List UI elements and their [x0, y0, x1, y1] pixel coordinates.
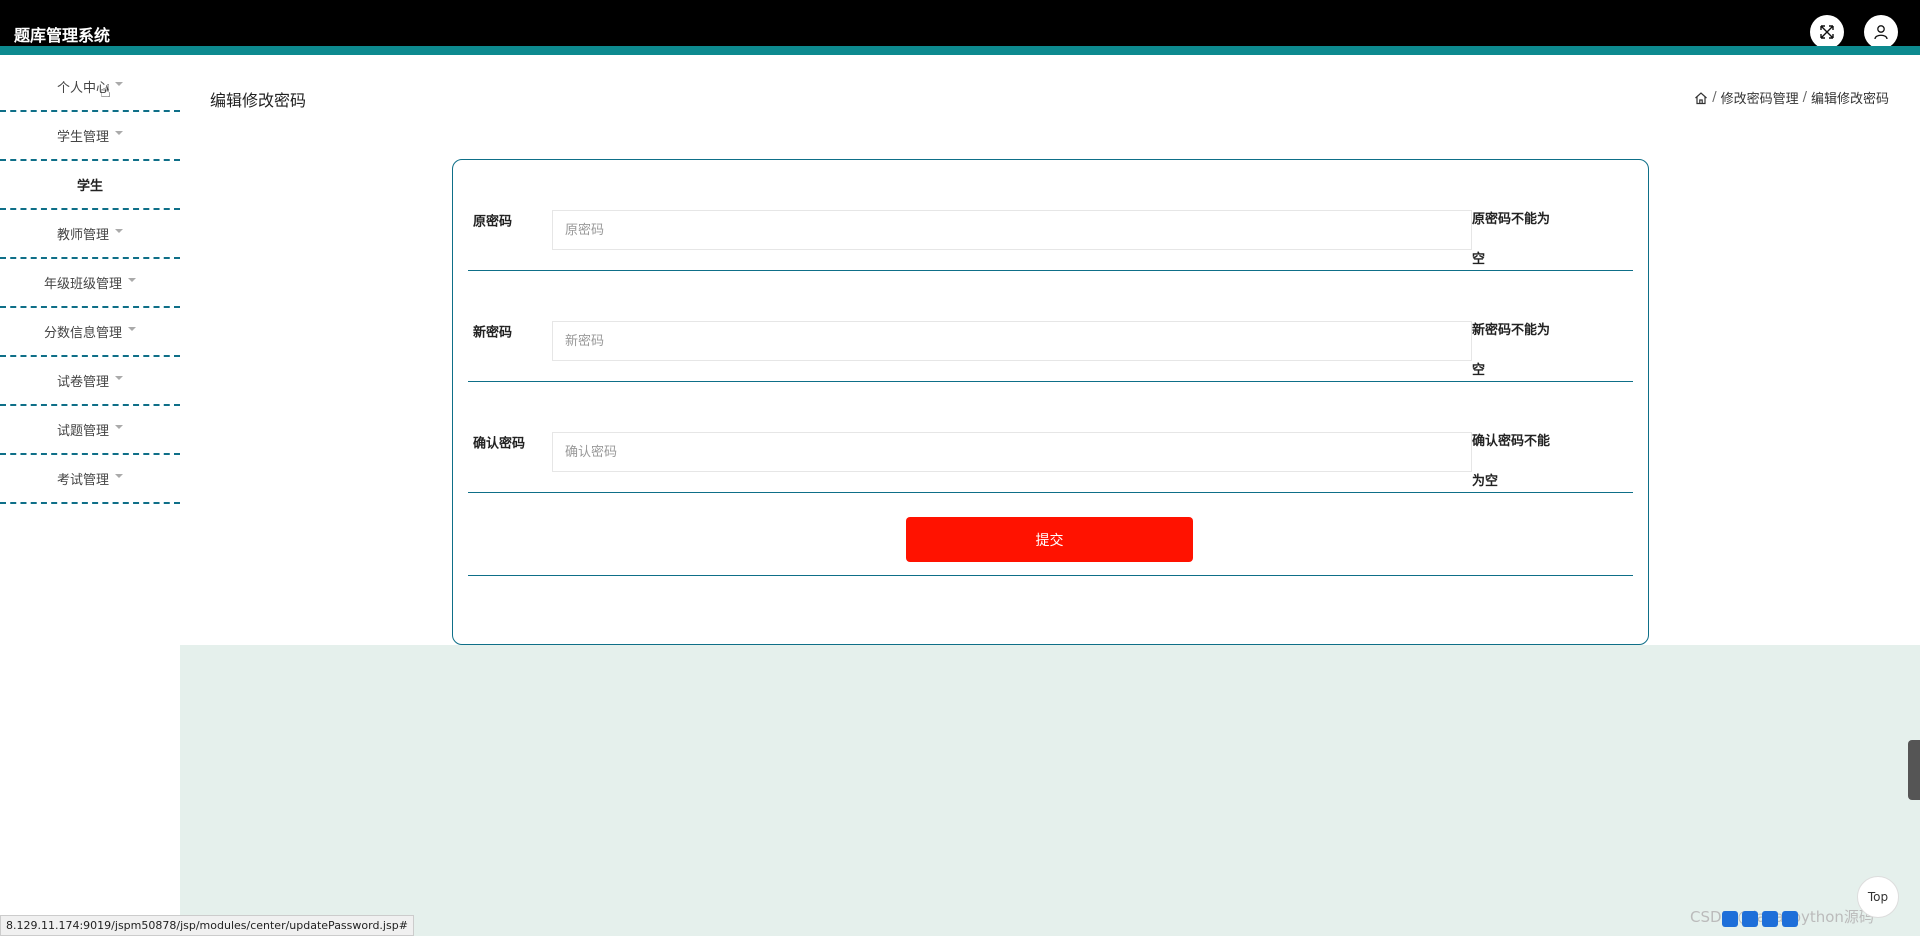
caret-down-icon	[115, 375, 123, 380]
confirm-password-label: 确认密码	[473, 436, 526, 452]
caret-down-icon	[115, 473, 123, 478]
caret-down-icon	[115, 130, 123, 135]
user-icon	[1874, 25, 1888, 40]
sidebar-item-exam-management[interactable]: 考试管理	[0, 455, 180, 504]
sidebar-item-teacher-management[interactable]: 教师管理	[0, 210, 180, 259]
sidebar-item-question-management[interactable]: 试题管理	[0, 406, 180, 455]
user-button[interactable]	[1864, 15, 1898, 49]
sidebar-item-label: 学生管理	[56, 130, 109, 145]
old-password-label: 原密码	[473, 214, 513, 230]
page-title: 编辑修改密码	[210, 91, 307, 110]
new-password-label: 新密码	[473, 325, 513, 341]
main-content: 编辑修改密码 / 修改密码管理 / 编辑修改密码 原密码 原密码不能为空 新密码…	[180, 63, 1920, 936]
status-bar-url: 8.129.11.174:9019/jspm50878/jsp/modules/…	[0, 915, 414, 936]
fullscreen-icon	[1820, 25, 1834, 39]
caret-down-icon	[115, 424, 123, 429]
sidebar-item-student-management[interactable]: 学生管理	[0, 112, 180, 161]
sidebar-item-label: 学生	[76, 179, 103, 194]
sidebar-item-label: 试题管理	[56, 424, 109, 439]
old-password-input[interactable]	[552, 210, 1472, 250]
sidebar-item-score-management[interactable]: 分数信息管理	[0, 308, 180, 357]
confirm-password-error: 确认密码不能为空	[1472, 434, 1551, 489]
new-password-input[interactable]	[552, 321, 1472, 361]
caret-down-icon	[128, 277, 136, 282]
tray-app-icon[interactable]	[1762, 911, 1778, 927]
tray-app-icon[interactable]	[1722, 911, 1738, 927]
breadcrumb-item-password-management[interactable]: 修改密码管理	[1721, 88, 1799, 107]
system-tray	[1722, 911, 1798, 927]
breadcrumb-separator: /	[1802, 90, 1807, 105]
sidebar-item-student[interactable]: 学生	[0, 161, 180, 210]
header-accent-strip	[0, 46, 1920, 55]
hand-cursor-icon: ☝	[100, 81, 111, 102]
sidebar: 个人中心 ☝ 学生管理 学生 教师管理 年级班级管理 分数信息管理 试卷管理 试…	[0, 63, 180, 936]
caret-down-icon	[115, 81, 123, 86]
confirm-password-input[interactable]	[552, 432, 1472, 472]
sidebar-item-label: 试卷管理	[56, 375, 109, 390]
form-row-new-password: 新密码 新密码不能为空	[468, 271, 1633, 382]
form-row-submit: 提交	[468, 502, 1633, 576]
side-panel-handle[interactable]	[1908, 740, 1920, 800]
fullscreen-button[interactable]	[1810, 15, 1844, 49]
sidebar-item-label: 考试管理	[56, 473, 109, 488]
new-password-error: 新密码不能为空	[1472, 323, 1551, 378]
breadcrumb-item-current: 编辑修改密码	[1810, 92, 1889, 107]
sidebar-item-label: 教师管理	[56, 228, 109, 243]
sidebar-item-label: 分数信息管理	[43, 326, 122, 341]
tray-app-icon[interactable]	[1742, 911, 1758, 927]
breadcrumb-separator: /	[1712, 90, 1717, 105]
sidebar-item-paper-management[interactable]: 试卷管理	[0, 357, 180, 406]
submit-button[interactable]: 提交	[906, 517, 1193, 562]
caret-down-icon	[128, 326, 136, 331]
password-form: 原密码 原密码不能为空 新密码 新密码不能为空 确认密码 确认密码不能为空 提交	[452, 159, 1649, 645]
caret-down-icon	[115, 228, 123, 233]
form-row-confirm-password: 确认密码 确认密码不能为空	[468, 382, 1633, 493]
sidebar-item-grade-class-management[interactable]: 年级班级管理	[0, 259, 180, 308]
app-title: 题库管理系统	[14, 26, 111, 45]
sidebar-item-personal-center[interactable]: 个人中心 ☝	[0, 63, 180, 112]
back-to-top-button[interactable]: Top	[1857, 876, 1899, 918]
old-password-error: 原密码不能为空	[1472, 212, 1551, 267]
form-row-old-password: 原密码 原密码不能为空	[468, 160, 1633, 271]
sidebar-item-label: 年级班级管理	[43, 277, 122, 292]
tray-app-icon[interactable]	[1782, 911, 1798, 927]
breadcrumb: / 修改密码管理 / 编辑修改密码	[1694, 88, 1889, 107]
content-background	[180, 645, 1920, 936]
home-icon[interactable]	[1694, 91, 1708, 105]
top-bar: 题库管理系统	[0, 0, 1920, 55]
